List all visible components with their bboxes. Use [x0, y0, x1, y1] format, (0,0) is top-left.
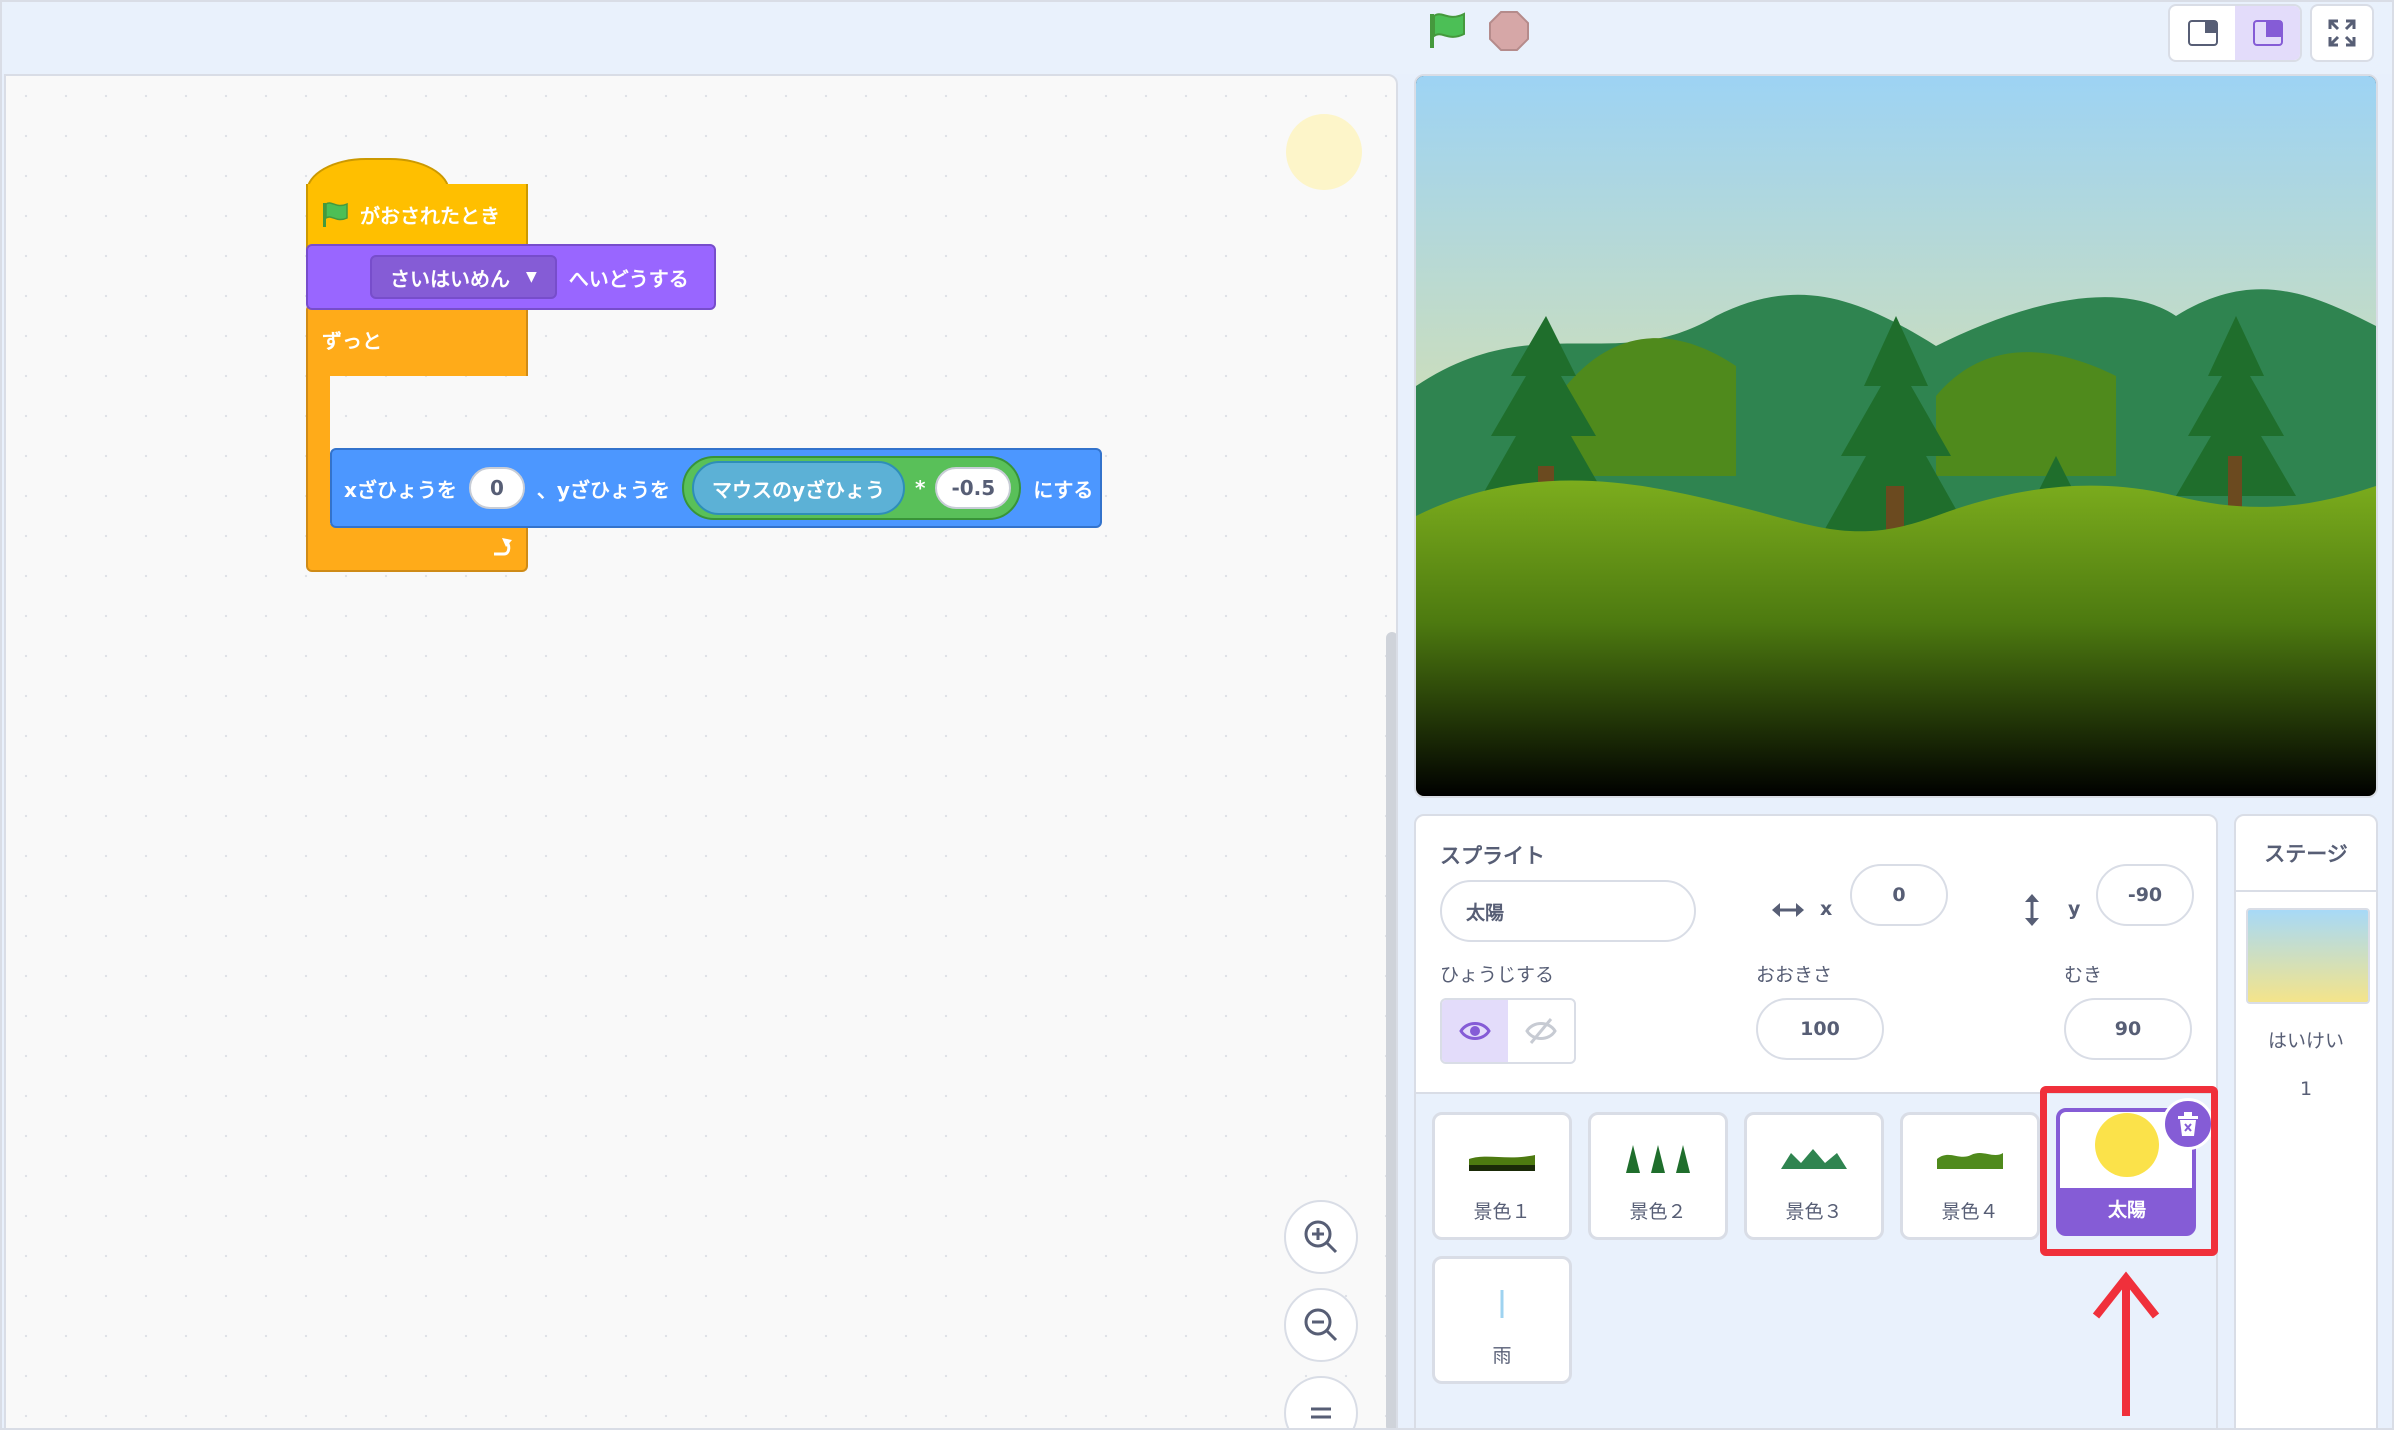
- sprite-tile[interactable]: 雨: [1432, 1256, 1572, 1384]
- stage-selector-pane[interactable]: ステージ はいけい 1: [2234, 814, 2378, 1430]
- multiply-operator-block[interactable]: マウスのyざひょう * -0.5: [681, 456, 1022, 520]
- sprite-tile[interactable]: 景色３: [1744, 1112, 1884, 1240]
- stage-pane-title: ステージ: [2236, 816, 2376, 892]
- landscape-1-thumbnail: [1469, 1155, 1535, 1171]
- mouse-y-label: マウスのyざひょう: [711, 477, 885, 502]
- zoom-out-icon: [1304, 1308, 1338, 1342]
- code-scrollbar[interactable]: [1386, 632, 1396, 1428]
- zoom-in-button[interactable]: [1284, 1200, 1358, 1274]
- go-to-x-label: xざひょうを: [344, 477, 457, 502]
- small-stage-icon: [2187, 20, 2218, 46]
- visibility-toggle: [1440, 998, 1576, 1064]
- show-label: ひょうじする: [1440, 964, 1555, 986]
- x-label: x: [1820, 898, 1833, 920]
- sprite-header: スプライト: [1440, 844, 1545, 868]
- multiplier-input[interactable]: -0.5: [935, 467, 1012, 509]
- forest-backdrop-scene: [1416, 76, 2376, 796]
- stage-size-toggle: [2168, 4, 2302, 62]
- hat-label: がおされたとき: [360, 204, 500, 228]
- landscape-4-thumbnail: [1937, 1153, 2003, 1169]
- forever-block-end: [306, 524, 528, 572]
- horizontal-arrows-icon: [1772, 903, 1804, 917]
- sprite-name-field[interactable]: 太陽: [1440, 880, 1696, 942]
- sprite-tile-label: 雨: [1492, 1345, 1512, 1367]
- rain-thumbnail: [1500, 1290, 1504, 1318]
- sprite-watermark: [1286, 114, 1362, 190]
- zoom-out-button[interactable]: [1284, 1288, 1358, 1362]
- backdrop-count: 1: [2299, 1078, 2313, 1100]
- backdrop-dropdown[interactable]: さいはいめん ▼: [370, 255, 557, 299]
- green-flag-button[interactable]: [1424, 10, 1470, 52]
- x-input[interactable]: 0: [468, 467, 525, 509]
- sprite-tile[interactable]: 景色１: [1432, 1112, 1572, 1240]
- zoom-reset-button[interactable]: [1284, 1376, 1358, 1428]
- direction-label: むき: [2064, 964, 2103, 986]
- large-stage-button[interactable]: [2235, 6, 2300, 60]
- stop-icon: [1489, 11, 1529, 51]
- chevron-down-icon: ▼: [526, 269, 537, 285]
- size-field[interactable]: 100: [1756, 998, 1884, 1060]
- loop-arrow-icon: [494, 538, 512, 556]
- annotation-up-arrow-icon: [2092, 1271, 2160, 1416]
- code-workspace[interactable]: がおされたとき ずっと さいはいめん ▼ へいどうする xざひょうを 0 、yざ…: [4, 74, 1398, 1430]
- eye-icon: [1459, 1022, 1491, 1040]
- go-to-suffix: にする: [1033, 477, 1094, 502]
- y-label: y: [2068, 898, 2081, 920]
- stop-button[interactable]: [1488, 10, 1530, 52]
- when-flag-clicked-block[interactable]: がおされたとき: [306, 158, 528, 254]
- large-stage-icon: [2252, 20, 2283, 46]
- landscape-3-thumbnail: [1781, 1149, 1847, 1169]
- show-button[interactable]: [1442, 1000, 1508, 1062]
- green-flag-icon: [323, 201, 348, 227]
- landscape-2-thumbnail: [1626, 1145, 1690, 1173]
- direction-field[interactable]: 90: [2064, 998, 2192, 1060]
- annotation-highlight-box: [2040, 1086, 2218, 1256]
- backdrop-label: はいけい: [2267, 1030, 2344, 1052]
- forever-arm: [306, 372, 330, 532]
- sprite-tile-label: 景色３: [1785, 1201, 1843, 1223]
- mouse-y-block[interactable]: マウスのyざひょう: [691, 461, 905, 515]
- vertical-arrows-icon: [2025, 894, 2039, 926]
- sprite-tile-label: 景色２: [1629, 1201, 1687, 1223]
- stage-canvas[interactable]: [1414, 74, 2378, 798]
- top-toolbar: [0, 0, 2394, 74]
- switch-backdrop-suffix: へいどうする: [568, 266, 689, 291]
- multiply-symbol: *: [915, 476, 926, 500]
- eye-hidden-icon: [1525, 1018, 1557, 1044]
- size-label: おおきさ: [1756, 964, 1833, 986]
- sprite-tile[interactable]: 景色４: [1900, 1112, 2040, 1240]
- go-to-y-label: 、yざひょうを: [536, 477, 670, 502]
- hide-button[interactable]: [1508, 1000, 1574, 1062]
- backdrop-dropdown-value: さいはいめん: [390, 266, 510, 291]
- green-flag-icon: [1430, 12, 1465, 48]
- zoom-reset-icon: [1311, 1407, 1331, 1419]
- forever-block[interactable]: ずっと: [306, 304, 528, 376]
- small-stage-button[interactable]: [2170, 6, 2235, 60]
- sprite-tile-label: 景色１: [1473, 1201, 1531, 1223]
- y-position-field[interactable]: -90: [2096, 864, 2194, 926]
- switch-backdrop-block[interactable]: さいはいめん ▼ へいどうする: [306, 244, 716, 310]
- fullscreen-button[interactable]: [2310, 4, 2374, 62]
- backdrop-thumbnail[interactable]: [2246, 908, 2370, 1004]
- zoom-in-icon: [1304, 1220, 1338, 1254]
- x-position-field[interactable]: 0: [1850, 864, 1948, 926]
- forever-label: ずっと: [322, 328, 382, 353]
- fullscreen-icon: [2328, 19, 2356, 47]
- go-to-xy-block[interactable]: xざひょうを 0 、yざひょうを マウスのyざひょう * -0.5 にする: [330, 448, 1102, 528]
- sprite-tile-label: 景色４: [1941, 1201, 1999, 1223]
- sprite-tile[interactable]: 景色２: [1588, 1112, 1728, 1240]
